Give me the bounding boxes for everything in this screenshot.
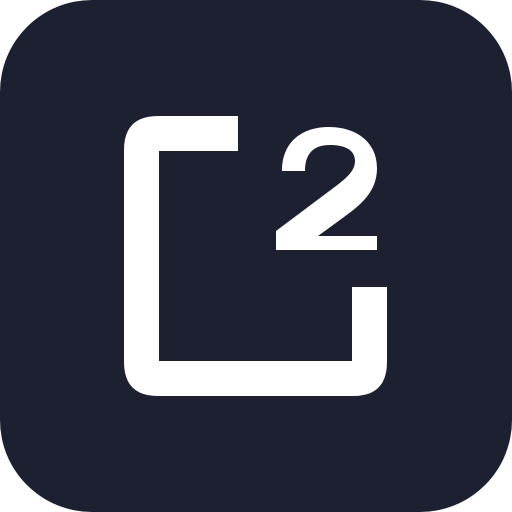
app-icon	[0, 0, 512, 512]
c-squared-logo-icon	[0, 0, 512, 512]
icon-background	[0, 0, 512, 512]
